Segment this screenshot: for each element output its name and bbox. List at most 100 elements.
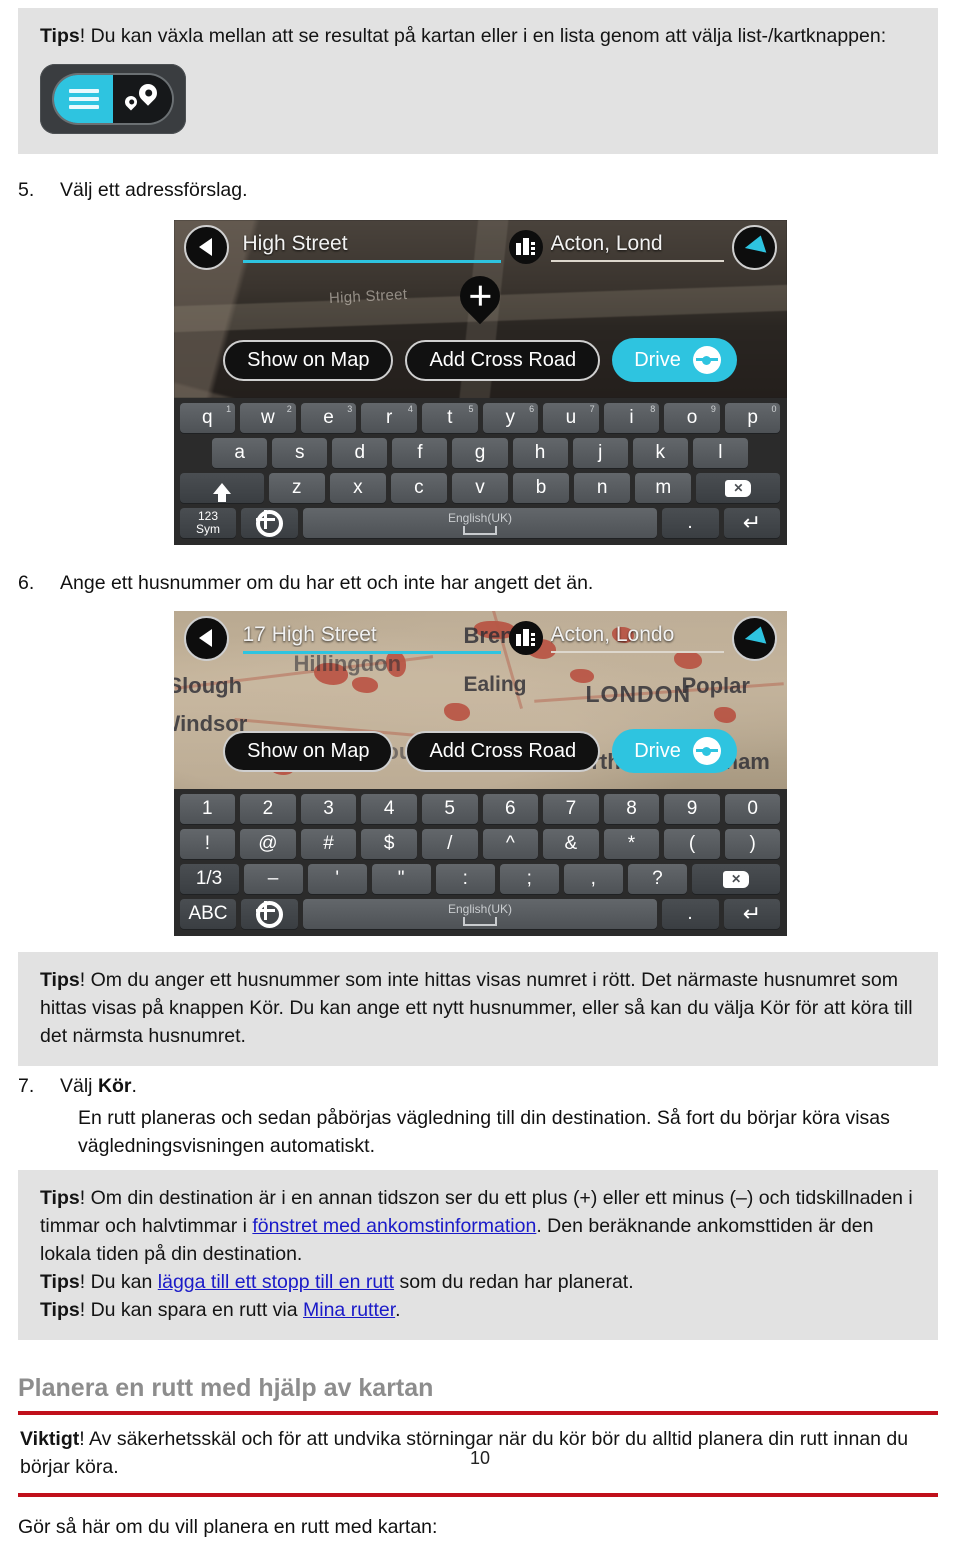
key-v[interactable]: v bbox=[451, 473, 509, 503]
key-h[interactable]: h bbox=[512, 438, 568, 468]
key-paren-close[interactable]: ) bbox=[724, 829, 781, 859]
key-e[interactable]: e3 bbox=[300, 403, 357, 433]
key-j[interactable]: j bbox=[572, 438, 628, 468]
shift-key[interactable] bbox=[179, 473, 264, 503]
keyboard-settings-key[interactable] bbox=[241, 899, 299, 929]
key-c[interactable]: c bbox=[390, 473, 447, 503]
add-cross-road-button[interactable]: Add Cross Road bbox=[405, 339, 601, 381]
key-s[interactable]: s bbox=[272, 438, 328, 468]
howto-text: Gör så här om du vill planera en rutt me… bbox=[18, 1516, 438, 1538]
key-k[interactable]: k bbox=[632, 438, 688, 468]
drive-button[interactable]: Drive bbox=[612, 729, 737, 773]
list-view-icon[interactable] bbox=[54, 75, 113, 123]
key-n[interactable]: n bbox=[574, 473, 631, 503]
key-caret[interactable]: ^ bbox=[482, 829, 539, 859]
backspace-key[interactable]: ✕ bbox=[696, 473, 781, 503]
drive-button[interactable]: Drive bbox=[612, 338, 737, 382]
period-key[interactable]: . bbox=[661, 899, 719, 929]
device1-keyboard-alpha[interactable]: q1 w2 e3 r4 t5 y6 u7 i8 o9 p0 a s d f g … bbox=[173, 398, 787, 545]
key-asterisk[interactable]: * bbox=[603, 829, 660, 859]
key-6[interactable]: 6 bbox=[482, 794, 539, 824]
key-paren-open[interactable]: ( bbox=[664, 829, 720, 859]
symbol-page-key[interactable]: 1/3 bbox=[179, 864, 239, 894]
key-apostrophe[interactable]: ' bbox=[307, 864, 367, 894]
key-ampersand[interactable]: & bbox=[543, 829, 599, 859]
key-9[interactable]: 9 bbox=[664, 794, 720, 824]
key-3[interactable]: 3 bbox=[300, 794, 357, 824]
current-location-button[interactable] bbox=[731, 224, 777, 270]
key-2[interactable]: 2 bbox=[240, 794, 296, 824]
key-o[interactable]: o9 bbox=[664, 403, 720, 433]
list-map-toggle-button[interactable] bbox=[40, 64, 186, 134]
current-location-button[interactable] bbox=[731, 615, 777, 661]
key-semicolon[interactable]: ; bbox=[499, 864, 559, 894]
key-t[interactable]: t5 bbox=[421, 403, 478, 433]
key-a[interactable]: a bbox=[212, 438, 268, 468]
device1-action-row: Show on Map Add Cross Road Drive bbox=[174, 338, 787, 382]
back-button[interactable] bbox=[183, 224, 229, 270]
enter-arrow-icon: ↵ bbox=[742, 510, 762, 535]
key-colon[interactable]: : bbox=[435, 864, 495, 894]
address-field[interactable]: 17 High Street bbox=[237, 623, 501, 654]
map-label-ealing: Ealing bbox=[463, 673, 527, 696]
key-slash[interactable]: / bbox=[421, 829, 478, 859]
key-8[interactable]: 8 bbox=[603, 794, 660, 824]
key-question[interactable]: ? bbox=[627, 864, 687, 894]
device2-keyboard-numeric[interactable]: 1 2 3 4 5 6 7 8 9 0 ! @ # $ / ^ & * () … bbox=[173, 789, 787, 936]
key-0[interactable]: 0 bbox=[724, 794, 781, 824]
step-5-number: 5. bbox=[18, 179, 35, 201]
key-1[interactable]: 1 bbox=[179, 794, 236, 824]
city-field[interactable]: Acton, Lond bbox=[508, 230, 724, 264]
back-button[interactable] bbox=[183, 615, 229, 661]
key-p[interactable]: p0 bbox=[724, 403, 781, 433]
abc-key[interactable]: ABC bbox=[179, 899, 237, 929]
address-field[interactable]: High Street bbox=[237, 232, 501, 263]
keyboard-settings-key[interactable] bbox=[241, 508, 299, 538]
key-y[interactable]: y6 bbox=[482, 403, 539, 433]
key-w[interactable]: w2 bbox=[240, 403, 296, 433]
key-quote[interactable]: " bbox=[371, 864, 431, 894]
numeric-symbols-key[interactable]: 123 Sym bbox=[179, 508, 237, 538]
key-sup: 5 bbox=[468, 404, 474, 414]
key-exclamation[interactable]: ! bbox=[179, 829, 236, 859]
key-r[interactable]: r4 bbox=[361, 403, 417, 433]
drive-button-label: Drive bbox=[634, 739, 681, 762]
city-field[interactable]: Acton, Londo bbox=[508, 621, 724, 655]
link-add-stop-to-route[interactable]: lägga till ett stopp till en rutt bbox=[158, 1271, 394, 1293]
backspace-key[interactable]: ✕ bbox=[691, 864, 781, 894]
key-dollar[interactable]: $ bbox=[361, 829, 417, 859]
row-spacer bbox=[180, 438, 208, 468]
show-on-map-button[interactable]: Show on Map bbox=[223, 339, 394, 381]
key-at[interactable]: @ bbox=[240, 829, 296, 859]
map-view-icon[interactable] bbox=[113, 75, 172, 123]
key-hash[interactable]: # bbox=[300, 829, 357, 859]
key-5[interactable]: 5 bbox=[421, 794, 478, 824]
space-key[interactable]: English(UK) bbox=[303, 508, 657, 538]
key-i[interactable]: i8 bbox=[603, 403, 660, 433]
key-dash[interactable]: – bbox=[243, 864, 303, 894]
key-d[interactable]: d bbox=[332, 438, 388, 468]
key-z[interactable]: z bbox=[268, 473, 325, 503]
key-g[interactable]: g bbox=[452, 438, 508, 468]
period-key[interactable]: . bbox=[661, 508, 719, 538]
show-on-map-button[interactable]: Show on Map bbox=[223, 730, 394, 772]
key-q[interactable]: q1 bbox=[179, 403, 236, 433]
tip-label: Tips bbox=[40, 1187, 80, 1209]
key-comma[interactable]: , bbox=[563, 864, 623, 894]
key-m[interactable]: m bbox=[635, 473, 692, 503]
key-l[interactable]: l bbox=[692, 438, 748, 468]
link-my-routes[interactable]: Mina rutter bbox=[303, 1299, 395, 1321]
key-u[interactable]: u7 bbox=[543, 403, 599, 433]
key-f[interactable]: f bbox=[392, 438, 448, 468]
key-b[interactable]: b bbox=[513, 473, 570, 503]
space-key[interactable]: English(UK) bbox=[303, 899, 657, 929]
enter-key[interactable]: ↵ bbox=[723, 508, 781, 538]
add-cross-road-button[interactable]: Add Cross Road bbox=[405, 730, 601, 772]
key-x[interactable]: x bbox=[329, 473, 386, 503]
enter-key[interactable]: ↵ bbox=[723, 899, 781, 929]
key-7[interactable]: 7 bbox=[543, 794, 599, 824]
route-description: En rutt planeras och sedan påbörjas vägl… bbox=[78, 1107, 890, 1157]
link-arrival-info-window[interactable]: fönstret med ankomstinformation bbox=[252, 1215, 536, 1237]
key-label: r bbox=[385, 407, 393, 428]
key-4[interactable]: 4 bbox=[361, 794, 417, 824]
